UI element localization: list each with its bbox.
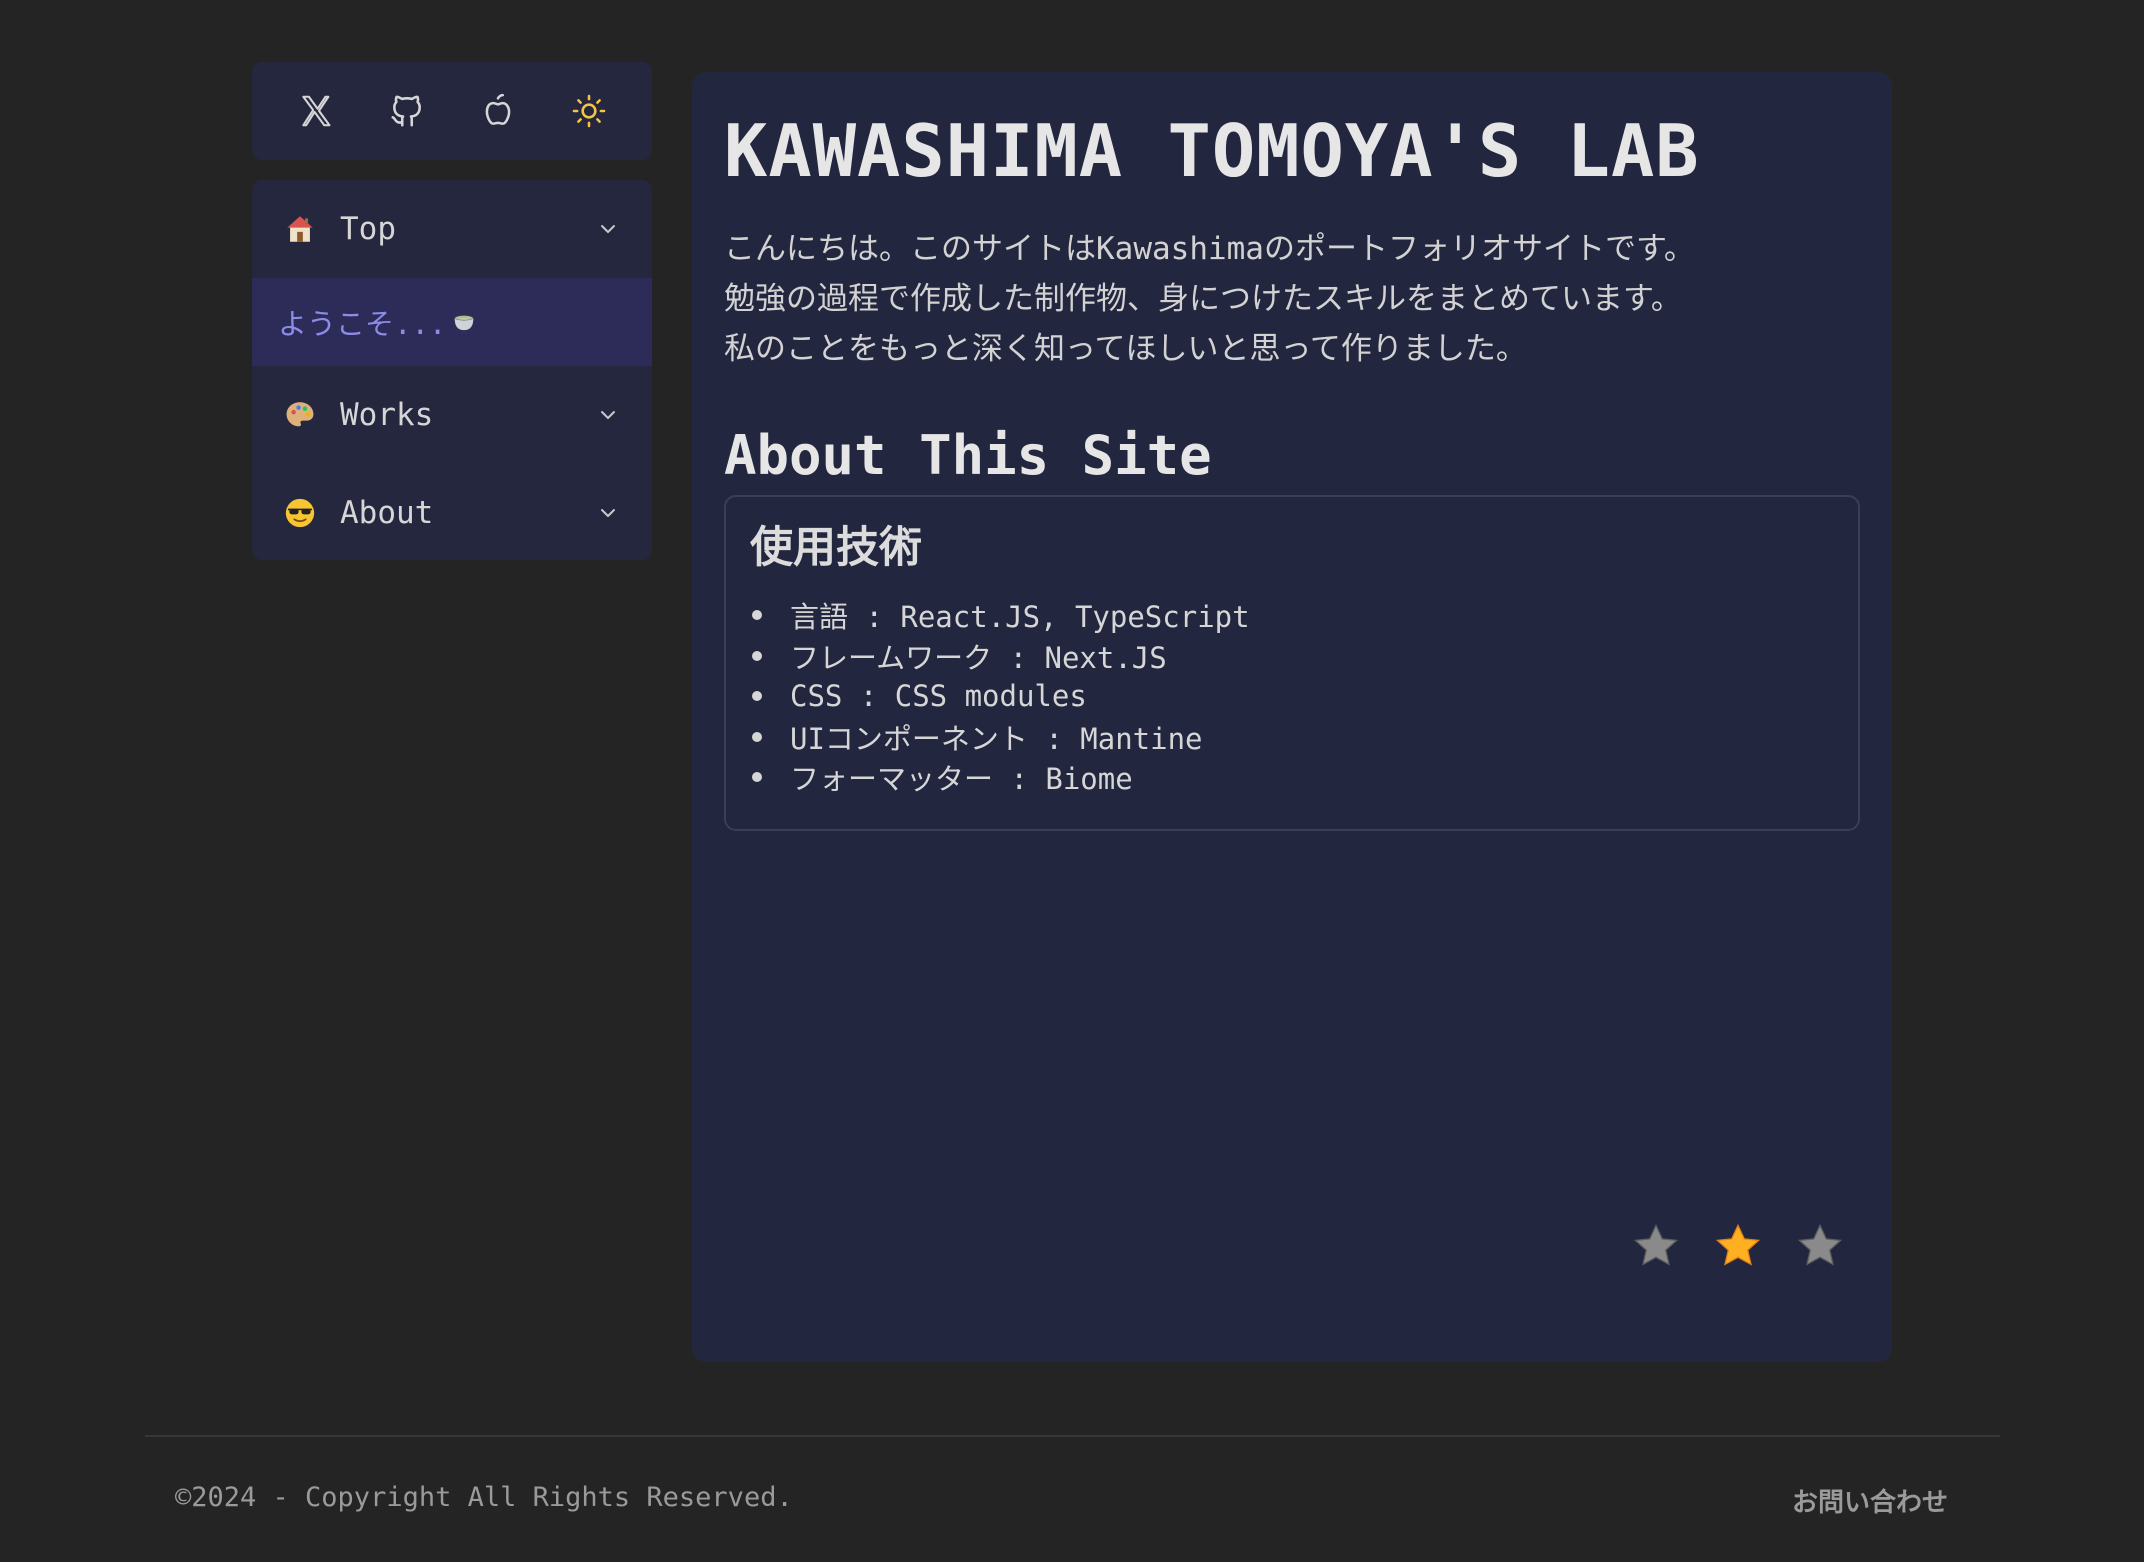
intro-text: こんにちは。このサイトはKawashimaのポートフォリオサイトです。 勉強の過… [724, 224, 1860, 374]
social-bar [252, 62, 652, 160]
x-icon [301, 95, 330, 127]
list-item: 言語 : React.JS, TypeScript [750, 595, 1834, 636]
x-link[interactable] [284, 79, 348, 143]
star-icon-active[interactable] [1712, 1220, 1764, 1272]
github-icon [390, 95, 421, 127]
list-item-text: UIコンポーネント : Mantine [790, 721, 1203, 756]
github-link[interactable] [375, 79, 439, 143]
intro-line: 勉強の過程で作成した制作物、身につけたスキルをまとめています。 [724, 281, 1682, 318]
bullet-icon [752, 610, 762, 621]
nav-item-label: Top [340, 211, 396, 247]
footer-divider [145, 1435, 2000, 1437]
page-title: KAWASHIMA TOMOYA'S LAB [724, 109, 1700, 193]
tech-stack-list: 言語 : React.JS, TypeScript フレームワーク : Next… [750, 595, 1834, 798]
chevron-down-icon [601, 411, 615, 419]
bullet-icon [752, 650, 762, 661]
star-selector [1630, 1220, 1846, 1272]
apple-link[interactable] [466, 79, 530, 143]
nav-subitem-label: ようこそ... [278, 307, 447, 341]
tech-stack-title: 使用技術 [750, 523, 922, 574]
intro-line: こんにちは。このサイトはKawashimaのポートフォリオサイトです。 [724, 231, 1695, 268]
sunglasses-face-icon [282, 495, 318, 531]
list-item: フォーマッター : Biome [750, 757, 1834, 798]
list-item-text: CSS : CSS modules [790, 679, 1087, 714]
section-title: About This Site [724, 424, 1212, 488]
theme-toggle-button[interactable] [557, 79, 621, 143]
palette-icon [282, 397, 318, 433]
intro-line: 私のことをもっと深く知ってほしいと思って作りました。 [724, 331, 1527, 368]
list-item: UIコンポーネント : Mantine [750, 716, 1834, 757]
chevron-down-icon [601, 225, 615, 233]
nav-item-label: About [340, 495, 434, 531]
contact-link[interactable]: お問い合わせ [1792, 1482, 1948, 1519]
apple-icon [485, 93, 510, 125]
sun-icon [572, 94, 605, 128]
nav-item-top[interactable]: Top [252, 180, 652, 278]
bullet-icon [752, 691, 762, 702]
sidebar-nav: Top ようこそ... Works About [252, 180, 652, 560]
bullet-icon [752, 731, 762, 742]
list-item: CSS : CSS modules [750, 676, 1834, 717]
main-content-card: KAWASHIMA TOMOYA'S LAB こんにちは。このサイトはKawas… [692, 72, 1892, 1362]
copyright-text: ©2024 - Copyright All Rights Reserved. [175, 1482, 793, 1513]
nav-item-works[interactable]: Works [252, 366, 652, 464]
nav-item-about[interactable]: About [252, 464, 652, 560]
teacup-icon [454, 315, 474, 331]
list-item: フレームワーク : Next.JS [750, 635, 1834, 676]
star-icon[interactable] [1630, 1220, 1682, 1272]
house-icon [282, 211, 318, 247]
list-item-text: 言語 : React.JS, TypeScript [790, 600, 1250, 635]
list-item-text: フォーマッター : Biome [790, 762, 1133, 797]
list-item-text: フレームワーク : Next.JS [790, 640, 1167, 675]
chevron-down-icon [601, 509, 615, 517]
tech-stack-box: 使用技術 言語 : React.JS, TypeScript フレームワーク :… [724, 495, 1860, 832]
nav-subitem-welcome[interactable]: ようこそ... [252, 278, 652, 366]
star-icon[interactable] [1794, 1220, 1846, 1272]
bullet-icon [752, 772, 762, 783]
nav-item-label: Works [340, 397, 434, 433]
